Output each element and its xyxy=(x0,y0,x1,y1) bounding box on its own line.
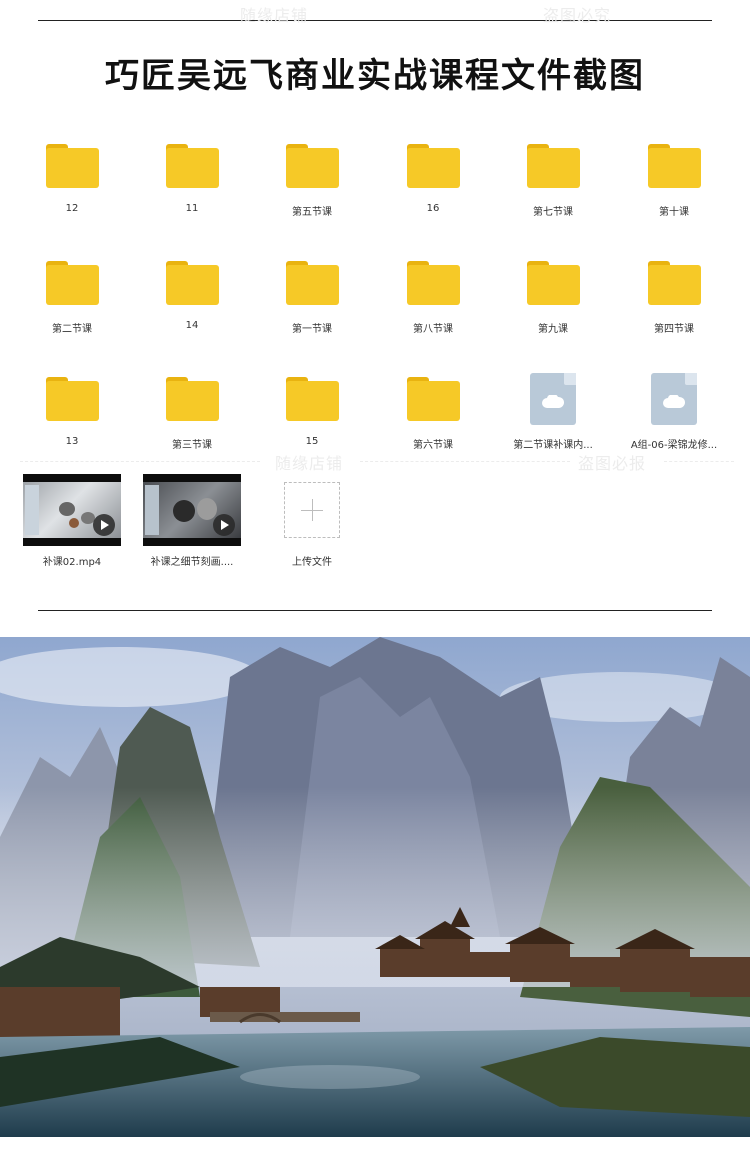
folder-icon xyxy=(406,377,460,421)
upload-file-button[interactable]: 上传文件 xyxy=(252,473,372,568)
folder-item[interactable]: 第十课 xyxy=(614,135,734,218)
folder-icon xyxy=(647,144,701,188)
watermark-text: 随缘店铺 xyxy=(275,454,344,473)
file-label: A组-06-梁锦龙修... xyxy=(630,440,718,451)
file-label: 第九课 xyxy=(538,324,568,335)
folder-item[interactable]: 第九课 xyxy=(493,252,613,335)
file-label: 15 xyxy=(305,436,319,447)
folder-icon xyxy=(647,261,701,305)
folder-icon xyxy=(285,144,339,188)
folder-icon xyxy=(45,377,99,421)
folder-item[interactable]: 第六节课 xyxy=(373,368,493,451)
file-label: 第十课 xyxy=(659,207,689,218)
folder-item[interactable]: 第四节课 xyxy=(614,252,734,335)
folder-icon xyxy=(285,261,339,305)
cloud-file-item[interactable]: A组-06-梁锦龙修... xyxy=(614,368,734,451)
file-label: 16 xyxy=(426,203,440,214)
video-thumbnail xyxy=(23,474,121,546)
folder-item[interactable]: 15 xyxy=(252,368,372,447)
folder-item[interactable]: 第二节课 xyxy=(12,252,132,335)
file-label: 第六节课 xyxy=(413,440,453,451)
folder-icon xyxy=(45,144,99,188)
file-label: 第二节课补课内... xyxy=(513,440,593,451)
file-label: 第二节课 xyxy=(52,324,92,335)
watermark-text: 盗图必究 xyxy=(543,6,612,25)
folder-item[interactable]: 第一节课 xyxy=(252,252,372,335)
folder-item[interactable]: 16 xyxy=(373,135,493,214)
cloud-file-item[interactable]: 第二节课补课内... xyxy=(493,368,613,451)
watermark-line xyxy=(20,461,260,462)
landscape-artwork xyxy=(0,637,750,1137)
file-label: 11 xyxy=(185,203,199,214)
folder-icon xyxy=(406,261,460,305)
folder-icon xyxy=(285,377,339,421)
video-item[interactable]: 补课之细节刻画.... xyxy=(132,473,252,568)
file-label: 13 xyxy=(65,436,79,447)
folder-item[interactable]: 14 xyxy=(132,252,252,331)
file-label: 补课02.mp4 xyxy=(42,557,102,568)
video-item[interactable]: 补课02.mp4 xyxy=(12,473,132,568)
play-icon xyxy=(213,514,235,536)
upload-label: 上传文件 xyxy=(292,557,332,568)
cloud-file-icon xyxy=(530,373,576,425)
file-label: 第五节课 xyxy=(292,207,332,218)
file-label: 第一节课 xyxy=(292,324,332,335)
watermark-line xyxy=(360,461,570,462)
folder-item[interactable]: 13 xyxy=(12,368,132,447)
folder-item[interactable]: 12 xyxy=(12,135,132,214)
plus-icon xyxy=(284,482,340,538)
folder-icon xyxy=(165,144,219,188)
bottom-divider xyxy=(38,610,712,611)
file-label: 第三节课 xyxy=(172,440,212,451)
folder-item[interactable]: 第三节课 xyxy=(132,368,252,451)
file-label: 14 xyxy=(185,320,199,331)
folder-icon xyxy=(526,261,580,305)
file-label: 第八节课 xyxy=(413,324,453,335)
watermark-text: 随缘店铺 xyxy=(240,6,309,25)
video-thumbnail xyxy=(143,474,241,546)
folder-icon xyxy=(526,144,580,188)
watermark-text: 盗图必报 xyxy=(578,454,647,473)
folder-icon xyxy=(165,377,219,421)
file-label: 12 xyxy=(65,203,79,214)
folder-item[interactable]: 11 xyxy=(132,135,252,214)
page-title: 巧匠吴远飞商业实战课程文件截图 xyxy=(105,56,645,96)
watermark-line xyxy=(664,461,734,462)
folder-icon xyxy=(406,144,460,188)
folder-icon xyxy=(45,261,99,305)
folder-item[interactable]: 第五节课 xyxy=(252,135,372,218)
folder-icon xyxy=(165,261,219,305)
play-icon xyxy=(93,514,115,536)
cloud-file-icon xyxy=(651,373,697,425)
file-label: 补课之细节刻画.... xyxy=(150,557,234,568)
folder-item[interactable]: 第七节课 xyxy=(493,135,613,218)
file-label: 第七节课 xyxy=(533,207,573,218)
folder-item[interactable]: 第八节课 xyxy=(373,252,493,335)
file-label: 第四节课 xyxy=(654,324,694,335)
